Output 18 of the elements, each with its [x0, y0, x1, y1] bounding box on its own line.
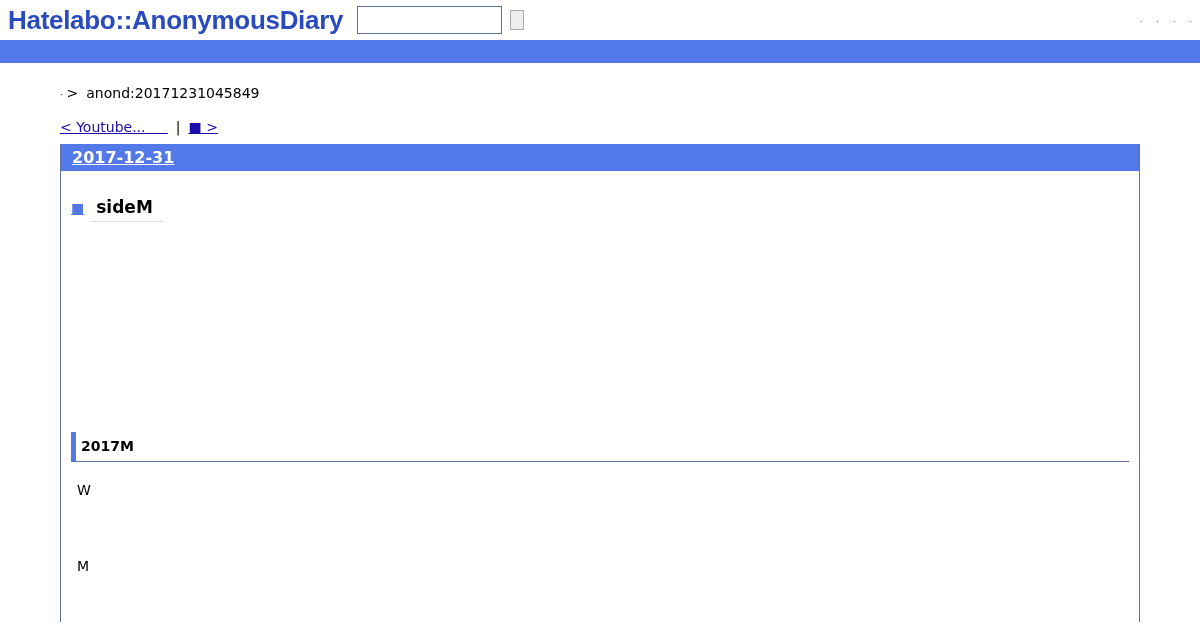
paragraph: W	[77, 480, 92, 500]
header-link[interactable]: .	[1172, 14, 1176, 26]
header-link[interactable]: .	[1139, 14, 1143, 26]
next-entry-link[interactable]: ■ >	[188, 117, 218, 138]
header-link[interactable]: .	[1156, 14, 1159, 26]
entry-title: sideM	[90, 195, 163, 222]
paragraph: M	[77, 556, 91, 576]
section-title: 2017M	[81, 437, 134, 454]
header-link[interactable]: .	[1189, 14, 1192, 26]
site-logo[interactable]: Hatelabo::AnonymousDiary	[8, 0, 344, 40]
breadcrumb-current: anond:20171231045849	[86, 83, 260, 103]
date-link[interactable]: 2017-12-31	[72, 148, 175, 167]
previous-entry-link[interactable]: < Youtube...	[60, 117, 168, 138]
breadcrumb-separator: >	[66, 83, 79, 103]
home-link[interactable]: .	[60, 87, 63, 99]
search-field[interactable]	[357, 6, 503, 34]
entry-permalink[interactable]: ■	[71, 197, 85, 219]
pager-separator: |	[175, 118, 181, 138]
